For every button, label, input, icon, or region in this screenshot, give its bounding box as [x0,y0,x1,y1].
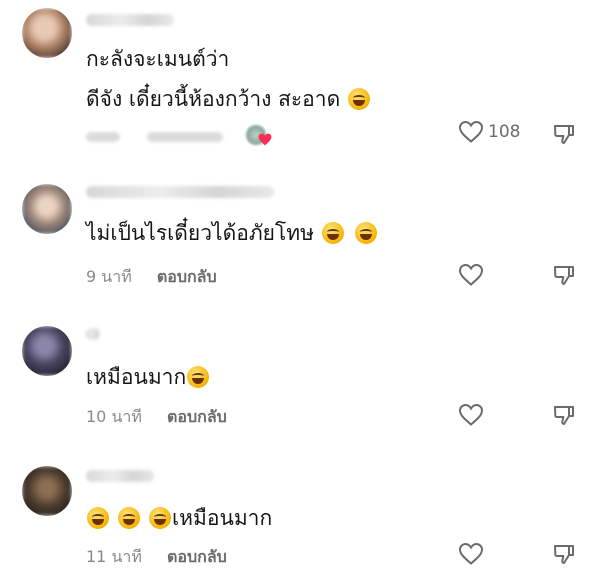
thumbs-down-icon [554,266,574,285]
comment-meta [86,126,224,145]
laughing-emoji-icon [87,507,109,529]
comment-3: เหมือนมาก 10 นาที ตอบกลับ [0,318,600,438]
comment-meta: 9 นาที ตอบกลับ [86,265,217,290]
comment-text: ไม่เป็นไรเดี๋ยวได้อภัยโทษ [86,221,314,245]
heart-filled-icon [258,133,272,146]
like-button[interactable] [458,542,484,566]
comment-text-line-2: ดีจัง เดี๋ยวนี้ห้องกว้าง สะอาด [86,83,371,115]
thumbs-down-icon [554,545,574,564]
reply-button[interactable]: ตอบกลับ [167,547,227,566]
laughing-emoji-icon [149,507,171,529]
creator-liked-badge [246,125,272,147]
laughing-emoji-icon [347,88,370,110]
comment-1: กะลังจะเมนต์ว่า ดีจัง เดี๋ยวนี้ห้องกว้าง… [0,0,600,160]
like-count: 108 [488,122,521,142]
comment-text: เหมือนมาก [172,506,273,530]
username-blurred[interactable] [86,470,154,482]
heart-outline-icon [458,120,484,143]
avatar[interactable] [22,326,72,376]
laughing-emoji-icon [118,507,140,529]
comment-text-line-1: กะลังจะเมนต์ว่า [86,47,230,71]
like-button[interactable] [458,403,484,427]
comment-text-line-1: เหมือนมาก [86,361,210,393]
comment-text-line-1: ไม่เป็นไรเดี๋ยวได้อภัยโทษ [86,217,378,249]
laughing-emoji-icon [355,222,378,244]
comment-time: 9 นาที [86,267,132,286]
comment-meta: 11 นาที ตอบกลับ [86,545,227,570]
username-blurred[interactable] [86,186,274,198]
comment-4: เหมือนมาก 11 นาที ตอบกลับ [0,458,600,574]
like-button[interactable] [458,263,484,287]
reply-button[interactable]: ตอบกลับ [167,407,227,426]
comment-text: เหมือนมาก [86,365,187,389]
avatar[interactable] [22,466,72,516]
reply-button[interactable]: ตอบกลับ [157,267,217,286]
username-blurred[interactable] [86,14,174,26]
like-button[interactable]: 108 [458,120,520,144]
thumbs-down-icon [554,125,574,144]
avatar[interactable] [22,8,72,58]
avatar[interactable] [22,184,72,234]
dislike-button[interactable] [552,542,576,570]
heart-outline-icon [458,263,484,286]
dislike-button[interactable] [552,263,576,291]
comment-time: 10 นาที [86,407,142,426]
comment-time: 11 นาที [86,547,142,566]
dislike-button[interactable] [552,403,576,431]
thumbs-down-icon [554,406,574,425]
reply-blurred[interactable] [147,131,224,142]
comment-meta: 10 นาที ตอบกลับ [86,405,227,430]
dislike-button[interactable] [552,122,576,150]
comment-text: ดีจัง เดี๋ยวนี้ห้องกว้าง สะอาด [86,87,341,111]
laughing-emoji-icon [187,366,210,388]
heart-outline-icon [458,542,484,565]
heart-outline-icon [458,403,484,426]
comment-2: ไม่เป็นไรเดี๋ยวได้อภัยโทษ 9 นาที ตอบกลับ [0,178,600,298]
time-blurred [86,131,120,142]
comment-text-line-1: เหมือนมาก [86,502,272,534]
laughing-emoji-icon [321,222,344,244]
username-blurred[interactable] [86,328,100,340]
